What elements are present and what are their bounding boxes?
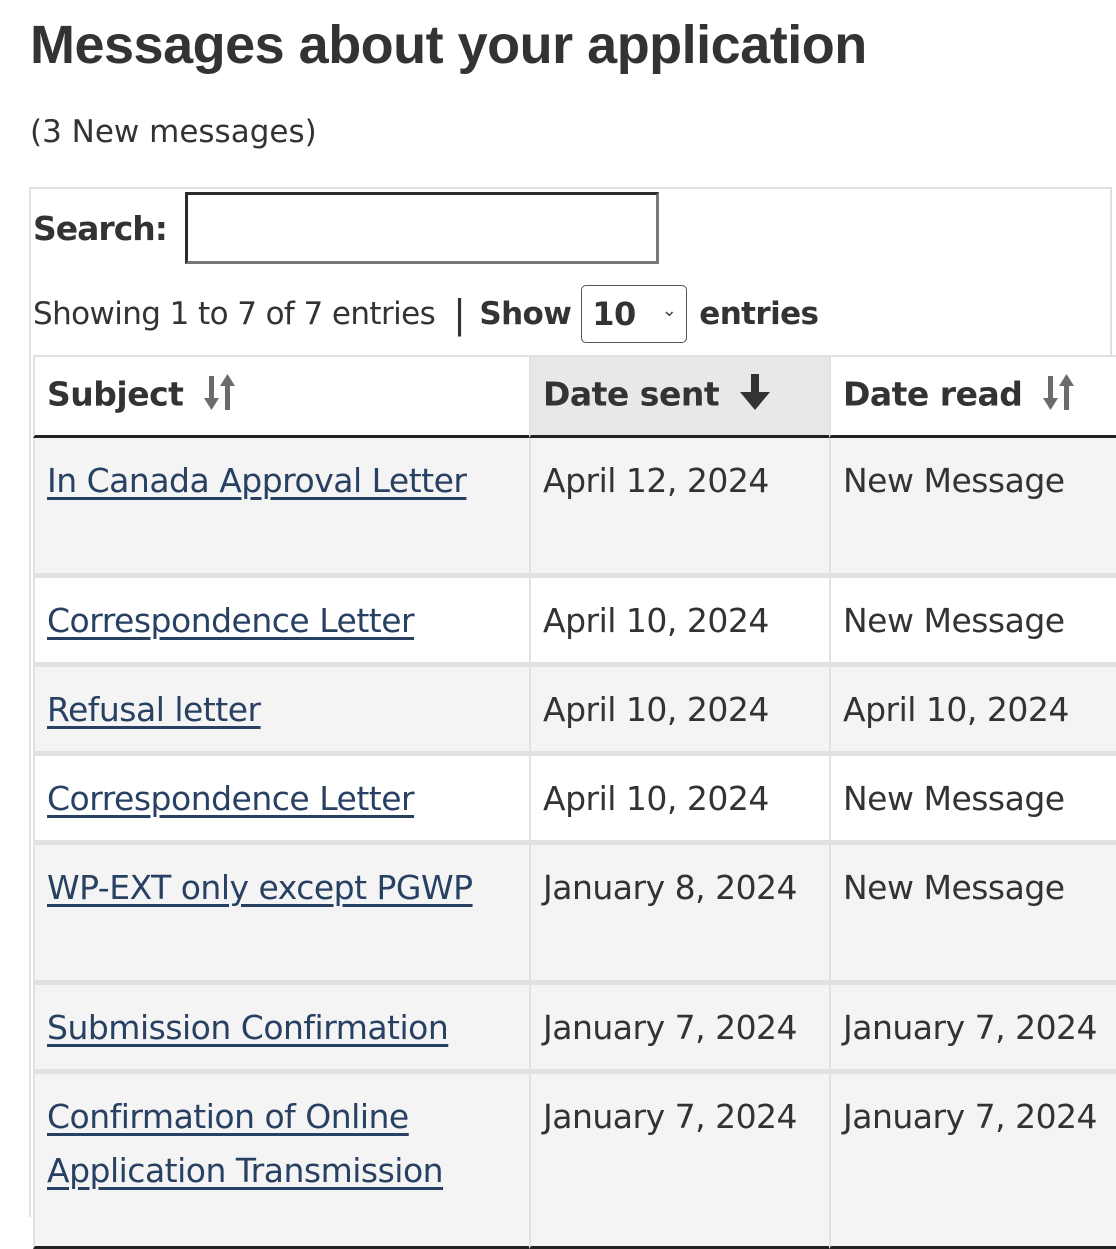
- new-messages-count: (3 New messages): [30, 114, 317, 150]
- table-row: Correspondence Letter April 10, 2024 New…: [33, 578, 1116, 667]
- subject-cell: In Canada Approval Letter: [33, 438, 529, 578]
- column-label: Date sent: [543, 374, 720, 414]
- page-length-value: 10: [592, 295, 636, 333]
- subject-link[interactable]: WP-EXT only except PGWP: [47, 868, 473, 907]
- subject-link[interactable]: In Canada Approval Letter: [47, 461, 467, 500]
- arrow-down-icon: [738, 372, 772, 420]
- messages-table: Subject Date sent Date read In Canada Ap…: [33, 355, 1116, 1249]
- column-header-date-read[interactable]: Date read: [829, 355, 1116, 438]
- date-sent-cell: April 10, 2024: [529, 578, 829, 667]
- date-sent-cell: January 7, 2024: [529, 985, 829, 1074]
- subject-cell: Refusal letter: [33, 667, 529, 756]
- column-label: Subject: [47, 374, 184, 414]
- subject-link[interactable]: Confirmation of Online Application Trans…: [47, 1097, 444, 1190]
- date-read-cell: January 7, 2024: [829, 985, 1116, 1074]
- subject-link[interactable]: Submission Confirmation: [47, 1008, 449, 1047]
- subject-cell: Submission Confirmation: [33, 985, 529, 1074]
- sort-both-icon: [202, 372, 238, 420]
- date-read-cell: January 7, 2024: [829, 1074, 1116, 1249]
- date-read-cell: April 10, 2024: [829, 667, 1116, 756]
- entries-label: entries: [699, 296, 819, 332]
- date-read-cell: New Message: [829, 756, 1116, 845]
- subject-cell: WP-EXT only except PGWP: [33, 845, 529, 985]
- date-read-cell: New Message: [829, 578, 1116, 667]
- table-row: WP-EXT only except PGWP January 8, 2024 …: [33, 845, 1116, 985]
- date-sent-cell: April 10, 2024: [529, 667, 829, 756]
- column-label: Date read: [843, 374, 1023, 414]
- subject-link[interactable]: Refusal letter: [47, 690, 261, 729]
- divider: |: [453, 292, 466, 336]
- date-sent-cell: April 12, 2024: [529, 438, 829, 578]
- subject-link[interactable]: Correspondence Letter: [47, 601, 415, 640]
- chevron-down-icon: ⌄: [661, 300, 677, 321]
- column-header-subject[interactable]: Subject: [33, 355, 529, 438]
- table-row: Refusal letter April 10, 2024 April 10, …: [33, 667, 1116, 756]
- table-row: Submission Confirmation January 7, 2024 …: [33, 985, 1116, 1074]
- subject-cell: Confirmation of Online Application Trans…: [33, 1074, 529, 1249]
- subject-cell: Correspondence Letter: [33, 756, 529, 845]
- search-input[interactable]: [184, 192, 659, 264]
- table-header-row: Subject Date sent Date read: [33, 355, 1116, 438]
- entries-info: Showing 1 to 7 of 7 entries: [33, 296, 436, 332]
- table-row: In Canada Approval Letter April 12, 2024…: [33, 438, 1116, 578]
- table-row: Confirmation of Online Application Trans…: [33, 1074, 1116, 1249]
- show-label: Show: [479, 296, 572, 332]
- page-title: Messages about your application: [30, 15, 867, 75]
- table-row: Correspondence Letter April 10, 2024 New…: [33, 756, 1116, 845]
- search-row: Search:: [33, 191, 659, 265]
- search-label: Search:: [33, 208, 168, 248]
- date-sent-cell: April 10, 2024: [529, 756, 829, 845]
- sort-both-icon: [1041, 372, 1077, 420]
- date-sent-cell: January 8, 2024: [529, 845, 829, 985]
- date-sent-cell: January 7, 2024: [529, 1074, 829, 1249]
- subject-cell: Correspondence Letter: [33, 578, 529, 667]
- page-length-select[interactable]: 10 ⌄: [581, 285, 688, 343]
- subject-link[interactable]: Correspondence Letter: [47, 779, 415, 818]
- date-read-cell: New Message: [829, 845, 1116, 985]
- table-info-row: Showing 1 to 7 of 7 entries | Show 10 ⌄ …: [33, 283, 819, 345]
- column-header-date-sent[interactable]: Date sent: [529, 355, 829, 438]
- date-read-cell: New Message: [829, 438, 1116, 578]
- messages-table-wrapper: Search: Showing 1 to 7 of 7 entries | Sh…: [29, 187, 1116, 1249]
